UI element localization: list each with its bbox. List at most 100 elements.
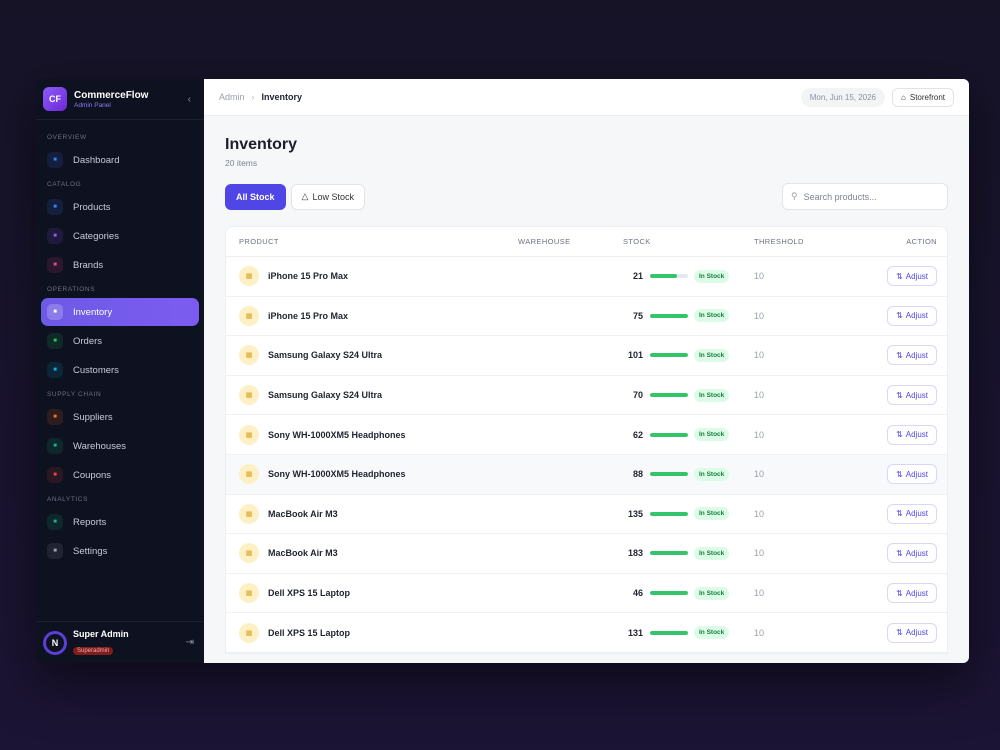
table-row: ▦ Dell XPS 15 Laptop 46 In Stock 10 ⇅ Ad… xyxy=(226,574,947,614)
sidebar-item-label: Suppliers xyxy=(73,411,113,423)
sidebar-item-settings[interactable]: ■ Settings xyxy=(41,537,199,565)
status-badge: In Stock xyxy=(694,428,730,442)
all-stock-button[interactable]: All Stock xyxy=(225,183,286,210)
stock-cell: 88 In Stock xyxy=(623,467,754,481)
stock-cell: 62 In Stock xyxy=(623,428,754,442)
package-icon: ▦ xyxy=(239,464,259,485)
search-box: ⚲ xyxy=(782,183,948,210)
threshold-value: 10 xyxy=(754,350,765,361)
sidebar-item-orders[interactable]: ■ Orders xyxy=(41,327,199,355)
topbar: Admin › Inventory Mon, Jun 15, 2026 ⌂ St… xyxy=(204,79,969,116)
date-display: Mon, Jun 15, 2026 xyxy=(800,87,886,107)
sidebar-item-warehouses[interactable]: ■ Warehouses xyxy=(41,432,199,460)
chevron-right-icon: › xyxy=(251,92,255,102)
storefront-button[interactable]: ⌂ Storefront xyxy=(892,87,954,107)
nav-section-label: SUPPLY CHAIN xyxy=(47,391,102,398)
status-badge: In Stock xyxy=(694,269,730,283)
low-stock-button[interactable]: △ Low Stock xyxy=(290,183,365,210)
adjust-button[interactable]: ⇅ Adjust xyxy=(887,385,937,406)
gear-icon: ■ xyxy=(47,543,63,559)
main-panel: Admin › Inventory Mon, Jun 15, 2026 ⌂ St… xyxy=(204,79,969,663)
product-name: iPhone 15 Pro Max xyxy=(268,310,349,321)
brand-header: CF CommerceFlow Admin Panel ‹ xyxy=(36,79,204,120)
sidebar-item-products[interactable]: ■ Products xyxy=(41,193,199,221)
sidebar-item-inventory[interactable]: ■ Inventory xyxy=(41,298,199,326)
chart-icon: ■ xyxy=(47,514,63,530)
product-name: Sony WH-1000XM5 Headphones xyxy=(268,429,406,440)
stock-value: 46 xyxy=(632,588,643,599)
product-name: MacBook Air M3 xyxy=(268,548,338,559)
nav-section-label: OPERATIONS xyxy=(47,286,96,293)
table-row: ▦ Samsung Galaxy S24 Ultra 70 In Stock 1… xyxy=(226,376,947,416)
adjust-button[interactable]: ⇅ Adjust xyxy=(887,503,937,524)
adjust-button[interactable]: ⇅ Adjust xyxy=(887,622,937,643)
product-name: MacBook Air M3 xyxy=(268,508,338,519)
sidebar-item-label: Coupons xyxy=(73,469,112,481)
nav-section-label: ANALYTICS xyxy=(47,496,89,503)
adjust-button[interactable]: ⇅ Adjust xyxy=(887,266,937,287)
adjust-button[interactable]: ⇅ Adjust xyxy=(887,583,937,604)
sidebar-item-reports[interactable]: ■ Reports xyxy=(41,508,199,536)
adjust-button[interactable]: ⇅ Adjust xyxy=(887,305,937,326)
adjust-button[interactable]: ⇅ Adjust xyxy=(887,464,937,485)
sidebar-item-suppliers[interactable]: ■ Suppliers xyxy=(41,403,199,431)
adjust-button[interactable]: ⇅ Adjust xyxy=(887,543,937,564)
user-name: Super Admin xyxy=(73,628,129,639)
package-icon: ▦ xyxy=(239,543,259,564)
stock-value: 62 xyxy=(632,429,643,440)
chevron-left-icon[interactable]: ‹ xyxy=(188,94,191,105)
sort-arrows-icon: ⇅ xyxy=(896,548,903,558)
breadcrumb-root[interactable]: Admin xyxy=(219,92,245,102)
table-row: ▦ iPhone 15 Pro Max 21 In Stock 10 ⇅ Adj… xyxy=(226,257,947,297)
avatar[interactable]: N xyxy=(43,630,67,655)
table-icon: ■ xyxy=(47,228,63,244)
column-header-stock: STOCK xyxy=(623,237,651,246)
sort-arrows-icon: ⇅ xyxy=(896,390,903,400)
stock-bar xyxy=(650,274,688,279)
product-name: Samsung Galaxy S24 Ultra xyxy=(268,350,383,361)
stock-value: 135 xyxy=(627,508,643,519)
package-icon: ▦ xyxy=(239,424,259,445)
sidebar-item-brands[interactable]: ■ Brands xyxy=(41,251,199,279)
sidebar-item-coupons[interactable]: ■ Coupons xyxy=(41,461,199,489)
adjust-button[interactable]: ⇅ Adjust xyxy=(887,424,937,445)
stock-bar xyxy=(650,630,688,635)
sidebar-item-categories[interactable]: ■ Categories xyxy=(41,222,199,250)
status-badge: In Stock xyxy=(694,348,730,362)
box-icon: ■ xyxy=(47,199,63,215)
threshold-value: 10 xyxy=(754,588,765,599)
package-icon: ▦ xyxy=(239,305,259,326)
building-icon: ■ xyxy=(47,438,63,454)
stock-bar-fill xyxy=(650,393,688,398)
column-header-threshold: THRESHOLD xyxy=(754,237,804,246)
warehouse-icon: ■ xyxy=(47,304,63,320)
sidebar-item-dashboard[interactable]: ■ Dashboard xyxy=(41,146,199,174)
threshold-value: 10 xyxy=(754,429,765,440)
stock-bar xyxy=(650,353,688,358)
logout-icon[interactable]: ⇥ xyxy=(186,637,194,648)
table-body: ▦ iPhone 15 Pro Max 21 In Stock 10 ⇅ Adj… xyxy=(226,257,947,653)
stock-cell: 101 In Stock xyxy=(623,348,754,362)
table-row: ▦ Dell XPS 15 Laptop 131 In Stock 10 ⇅ A… xyxy=(226,613,947,653)
package-icon: ▦ xyxy=(239,583,259,604)
breadcrumb-current: Inventory xyxy=(261,92,303,102)
app-window: CF CommerceFlow Admin Panel ‹ OVERVIEW ■ D… xyxy=(36,79,969,663)
search-input[interactable] xyxy=(803,191,939,202)
table-header: PRODUCT WAREHOUSE STOCK THRESHOLD ACTION xyxy=(226,227,947,257)
sidebar-item-customers[interactable]: ■ Customers xyxy=(41,356,199,384)
brand-name: CommerceFlow xyxy=(74,89,149,101)
status-badge: In Stock xyxy=(694,626,730,640)
sidebar-item-label: Orders xyxy=(73,335,103,347)
status-badge: In Stock xyxy=(694,309,730,323)
column-header-warehouse: WAREHOUSE xyxy=(518,237,571,246)
sort-arrows-icon: ⇅ xyxy=(896,469,903,479)
stock-bar-fill xyxy=(650,313,688,318)
stock-bar xyxy=(650,393,688,398)
stock-bar xyxy=(650,511,688,516)
stock-bar xyxy=(650,313,688,318)
status-badge: In Stock xyxy=(694,507,730,521)
sidebar-item-label: Warehouses xyxy=(73,440,126,452)
warning-icon: △ xyxy=(301,191,309,201)
stock-cell: 75 In Stock xyxy=(623,309,754,323)
adjust-button[interactable]: ⇅ Adjust xyxy=(887,345,937,366)
